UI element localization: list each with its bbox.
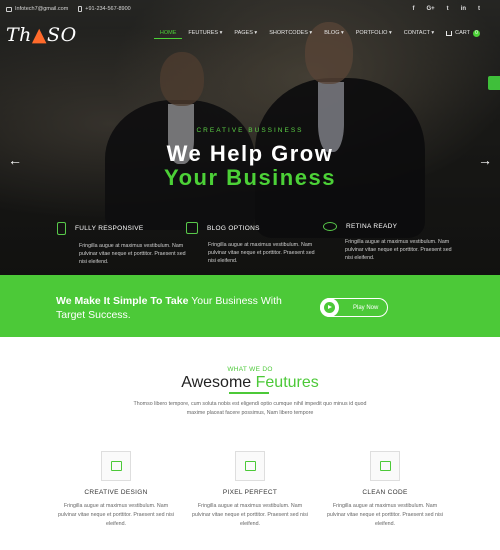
feature-creative-design: CREATIVE DESIGN Fringilla augue at maxim…	[56, 451, 176, 529]
social-links: f G+ t in t	[412, 6, 480, 12]
mobile-icon	[57, 222, 66, 235]
eye-icon	[323, 222, 337, 231]
hero-feature-retina: RETINA READY Fringilla augue at maximus …	[323, 222, 453, 262]
hero-title-line2: Your Business	[164, 165, 336, 190]
cart-count-badge: 0	[473, 29, 480, 37]
nav-item-shortcodes[interactable]: SHORTCODES ▾	[263, 27, 318, 39]
hero-feature-title: FULLY RESPONSIVE	[75, 225, 144, 232]
section-title-green: Feutures	[255, 374, 319, 391]
nav-item-blog[interactable]: BLOG ▾	[318, 27, 350, 39]
cart-label: Cart	[455, 30, 470, 36]
hero-feature-title: BLOG OPTIONS	[207, 224, 260, 232]
phone-text: +91-234-567-8900	[85, 6, 131, 12]
nav-item-pages[interactable]: PAGES ▾	[228, 27, 263, 39]
settings-side-tab[interactable]	[488, 76, 500, 90]
nav-item-home[interactable]: HOME	[153, 27, 183, 39]
feature-title: PIXEL PERFECT	[222, 489, 278, 496]
top-bar: Infotech7@gmail.com +91-234-567-8900 f G…	[0, 0, 500, 18]
hero-feature-title: RETINA READY	[346, 223, 398, 230]
main-nav: HOME FEUTURES ▾ PAGES ▾ SHORTCODES ▾ BLO…	[153, 27, 486, 39]
feature-title: CREATIVE DESIGN	[84, 489, 148, 496]
site-logo[interactable]: Th▲SO	[6, 24, 77, 46]
logo-text-prefix: Th	[6, 24, 32, 46]
contact-email[interactable]: Infotech7@gmail.com	[6, 6, 68, 12]
logo-text-suffix: SO	[47, 24, 77, 46]
cta-text: We Make It Simple To Take Your Business …	[56, 294, 296, 322]
cart-icon	[446, 30, 453, 36]
nav-item-contact[interactable]: CONTACT ▾	[398, 27, 440, 39]
feature-text: Fringilla augue at maximus vestibulum. N…	[326, 503, 443, 527]
feature-clean-code: CLEAN CODE Fringilla augue at maximus ve…	[325, 451, 445, 529]
feature-title: CLEAN CODE	[362, 489, 408, 496]
image-icon	[235, 451, 265, 481]
hero-feature-blog: BLOG OPTIONS Fringilla augue at maximus …	[186, 222, 316, 265]
code-icon	[370, 451, 400, 481]
feature-pixel-perfect: PIXEL PERFECT Fringilla augue at maximus…	[190, 451, 310, 529]
slider-prev-arrow-icon[interactable]: ←	[8, 152, 22, 168]
email-text: Infotech7@gmail.com	[15, 6, 69, 12]
phone-icon	[78, 6, 83, 12]
play-icon	[320, 298, 339, 317]
slider-next-arrow-icon[interactable]: →	[478, 152, 492, 168]
google-plus-icon[interactable]: G+	[426, 6, 434, 12]
hero-feature-text: Fringilla augue at maximus vestibulum. N…	[208, 242, 315, 264]
cta-text-bold: We Make It Simple To Take	[56, 295, 189, 307]
feature-text: Fringilla augue at maximus vestibulum. N…	[191, 503, 308, 527]
hero-feature-text: Fringilla augue at maximus vestibulum. N…	[79, 243, 186, 265]
section-title-underline	[229, 392, 269, 394]
facebook-icon[interactable]: f	[412, 6, 414, 12]
section-title: Awesome Feutures	[0, 374, 500, 392]
hero-title-line1: We Help Grow	[166, 141, 334, 166]
image-icon	[101, 451, 131, 481]
logo-accent: ▲	[31, 24, 48, 46]
mail-icon	[6, 6, 12, 12]
grid-icon	[186, 222, 198, 234]
nav-item-portfolio[interactable]: PORTFOLIO ▾	[350, 27, 398, 39]
linkedin-icon[interactable]: in	[461, 6, 466, 12]
hero-feature-responsive: FULLY RESPONSIVE Fringilla augue at maxi…	[57, 222, 187, 266]
feature-text: Fringilla augue at maximus vestibulum. N…	[57, 503, 174, 527]
play-now-button[interactable]: Play Now	[320, 298, 388, 317]
nav-cart[interactable]: Cart 0	[440, 27, 486, 39]
contact-phone[interactable]: +91-234-567-8900	[78, 6, 131, 12]
nav-item-features[interactable]: FEUTURES ▾	[182, 27, 228, 39]
section-kicker: WHAT WE DO	[227, 366, 273, 373]
play-now-label: Play Now	[353, 304, 379, 311]
tumblr-icon[interactable]: t	[478, 6, 480, 12]
hero-subtitle: CREATIVE BUSSINESS	[196, 127, 304, 134]
hero-feature-text: Fringilla augue at maximus vestibulum. N…	[345, 239, 452, 261]
section-intro: Thomso libero tempore, cum soluta nobis …	[133, 401, 367, 416]
twitter-icon[interactable]: t	[447, 6, 449, 12]
section-title-dark: Awesome	[181, 374, 256, 391]
